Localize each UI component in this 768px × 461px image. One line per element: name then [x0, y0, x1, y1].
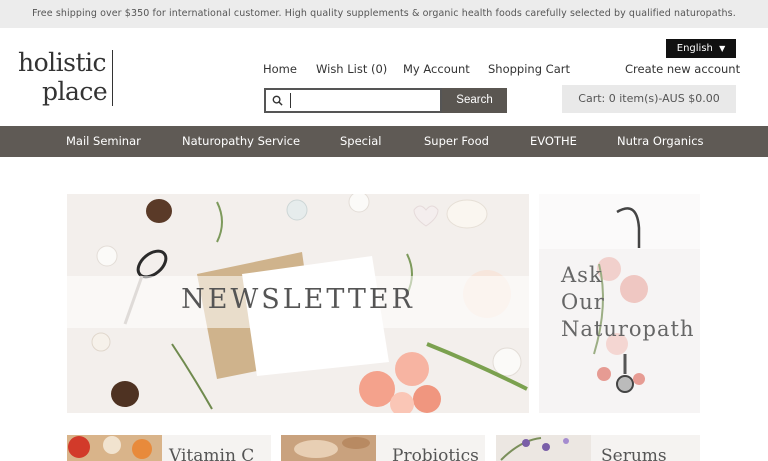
card-label-probiotics: Probiotics	[392, 446, 479, 461]
chevron-down-icon: ▼	[719, 44, 726, 53]
ask-line-1: Ask	[561, 263, 603, 287]
serums-photo	[496, 435, 591, 461]
vitamin-c-photo	[67, 435, 162, 461]
announcement-bar: Free shipping over $350 for internationa…	[0, 0, 768, 28]
category-card-vitamin-c[interactable]: Vitamin C	[67, 435, 271, 461]
search-button[interactable]: Search	[442, 88, 507, 113]
nav-mail-seminar[interactable]: Mail Seminar	[66, 126, 141, 157]
nav-evothe[interactable]: EVOTHE	[530, 126, 577, 157]
logo-line-2: place	[42, 77, 108, 106]
cart-summary[interactable]: Cart: 0 item(s)-AUS $0.00	[562, 85, 736, 113]
text-caret	[290, 93, 291, 108]
banner-title: NEWSLETTER	[181, 284, 415, 315]
logo-divider	[112, 50, 113, 106]
home-link[interactable]: Home	[263, 62, 297, 76]
nav-naturopathy-service[interactable]: Naturopathy Service	[182, 126, 300, 157]
logo-line-1: holistic	[18, 48, 107, 77]
main-nav: Mail Seminar Naturopathy Service Special…	[0, 126, 768, 157]
search-input[interactable]	[264, 88, 442, 113]
newsletter-banner[interactable]: NEWSLETTER	[67, 194, 529, 413]
wishlist-link[interactable]: Wish List (0)	[316, 62, 387, 76]
nav-nutra-organics[interactable]: Nutra Organics	[617, 126, 704, 157]
nav-special[interactable]: Special	[340, 126, 381, 157]
create-account-link[interactable]: Create new account	[625, 62, 740, 76]
card-label-serums: Serums	[601, 446, 667, 461]
language-selector[interactable]: English ▼	[666, 39, 736, 58]
category-card-serums[interactable]: Serums	[496, 435, 700, 461]
card-label-vitamin-c: Vitamin C	[169, 446, 255, 461]
announcement-text: Free shipping over $350 for internationa…	[32, 8, 736, 19]
ask-line-2: Our	[561, 290, 605, 314]
nav-super-food[interactable]: Super Food	[424, 126, 489, 157]
ask-naturopath-banner[interactable]: Ask Our Naturopath	[539, 194, 700, 413]
site-logo[interactable]: holistic place	[18, 48, 118, 108]
category-card-probiotics[interactable]: Probiotics	[281, 435, 485, 461]
my-account-link[interactable]: My Account	[403, 62, 470, 76]
language-label: English	[676, 43, 713, 54]
search-icon	[272, 95, 283, 106]
ask-line-3: Naturopath	[561, 317, 695, 341]
probiotics-photo	[281, 435, 376, 461]
shopping-cart-link[interactable]: Shopping Cart	[488, 62, 570, 76]
